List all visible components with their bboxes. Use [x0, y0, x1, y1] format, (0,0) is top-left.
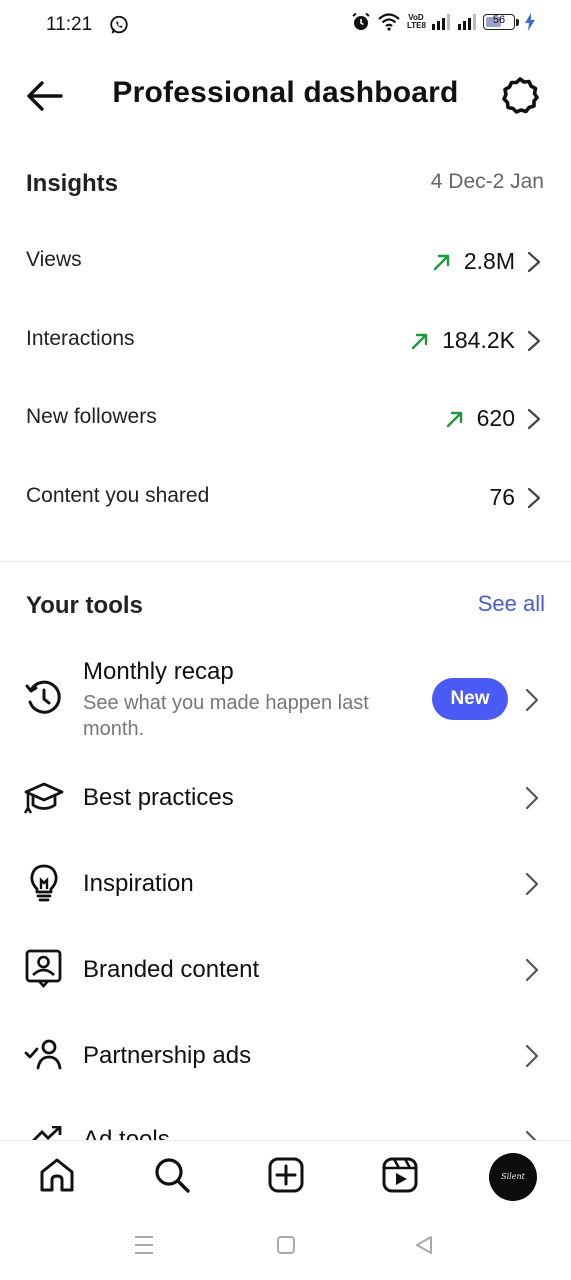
charging-icon — [525, 13, 535, 31]
metric-value-group: 620 — [445, 405, 541, 432]
history-clock-icon — [24, 678, 64, 718]
settings-button[interactable] — [500, 76, 540, 116]
chevron-right-icon — [525, 1130, 539, 1140]
tool-subtitle: See what you made happen last month. — [83, 692, 369, 740]
status-time: 11:21 — [46, 14, 93, 35]
system-nav — [0, 1212, 571, 1280]
metric-label: Interactions — [26, 327, 135, 350]
chevron-right-icon — [527, 487, 541, 509]
chevron-right-icon — [525, 958, 539, 982]
new-badge: New — [432, 678, 508, 720]
profile-avatar[interactable]: Silent Words — [489, 1153, 537, 1201]
metric-value: 2.8M — [463, 248, 515, 274]
wifi-icon — [377, 12, 401, 32]
metric-label: Content you shared — [26, 484, 210, 507]
bottom-nav: Silent Words — [0, 1140, 571, 1213]
tool-item-monthly-recap[interactable]: Monthly recap See what you made happen l… — [0, 654, 571, 754]
chevron-right-icon — [525, 1044, 539, 1068]
graduation-cap-icon — [24, 778, 64, 818]
metric-value: 76 — [489, 484, 515, 510]
trend-up-icon — [432, 252, 452, 272]
date-range-selector[interactable]: 4 Dec-2 Jan — [431, 170, 544, 194]
trend-up-icon — [445, 409, 465, 429]
tool-label: Best practices — [83, 784, 234, 811]
whatsapp-icon — [108, 14, 130, 36]
tool-item-inspiration[interactable]: Inspiration — [0, 844, 571, 924]
signal-icon — [457, 14, 477, 30]
tool-label: Partnership ads — [83, 1042, 252, 1069]
metric-row-content-you-shared[interactable]: Content you shared 76 — [0, 484, 571, 562]
chevron-right-icon — [525, 872, 539, 896]
page-title: Professional dashboard — [112, 76, 459, 109]
reels-icon[interactable] — [380, 1155, 420, 1195]
chevron-right-icon — [527, 408, 541, 430]
see-all-link[interactable]: See all — [478, 591, 545, 617]
status-icons: VoD LTE8 56 — [351, 12, 535, 32]
alarm-icon — [351, 12, 371, 32]
signal-icon — [431, 14, 451, 30]
gear-icon — [502, 77, 539, 114]
metric-row-new-followers[interactable]: New followers 620 — [0, 405, 571, 483]
metric-value-group: 184.2K — [410, 327, 541, 354]
search-icon[interactable] — [152, 1155, 192, 1195]
chevron-right-icon — [525, 786, 539, 810]
create-icon[interactable] — [266, 1155, 306, 1195]
metric-label: Views — [26, 248, 82, 271]
metric-value-group: 76 — [489, 484, 541, 511]
back-triangle-icon[interactable] — [413, 1234, 435, 1256]
trend-arrow-icon — [24, 1126, 64, 1140]
tool-item-branded-content[interactable]: Branded content — [0, 930, 571, 1010]
metric-row-interactions[interactable]: Interactions 184.2K — [0, 327, 571, 405]
id-badge-icon — [24, 948, 64, 988]
home-square-icon[interactable] — [275, 1234, 297, 1256]
tools-title: Your tools — [26, 592, 143, 619]
metric-label: New followers — [26, 405, 157, 428]
battery-icon: 56 — [483, 14, 515, 30]
metric-value: 184.2K — [442, 327, 515, 353]
tool-label: Ad tools — [83, 1126, 170, 1140]
chevron-right-icon — [525, 688, 539, 712]
tool-label: Inspiration — [83, 870, 194, 897]
tool-item-partnership-ads[interactable]: Partnership ads — [0, 1016, 571, 1096]
tool-item-best-practices[interactable]: Best practices — [0, 758, 571, 838]
insights-title: Insights — [26, 170, 119, 197]
metric-value-group: 2.8M — [432, 248, 541, 275]
trend-up-icon — [410, 331, 430, 351]
network-type-label: VoD LTE8 — [407, 13, 426, 30]
metric-value: 620 — [476, 405, 515, 431]
divider — [0, 561, 571, 562]
chevron-right-icon — [527, 330, 541, 352]
person-check-icon — [24, 1036, 64, 1076]
chevron-right-icon — [527, 251, 541, 273]
menu-icon[interactable] — [133, 1234, 155, 1256]
tool-label: Monthly recap — [83, 658, 234, 685]
tool-item-ad-tools[interactable]: Ad tools — [0, 1102, 571, 1140]
tool-label: Branded content — [83, 956, 260, 983]
lightbulb-icon — [24, 862, 64, 902]
home-icon[interactable] — [37, 1155, 77, 1195]
metric-row-views[interactable]: Views 2.8M — [0, 248, 571, 326]
